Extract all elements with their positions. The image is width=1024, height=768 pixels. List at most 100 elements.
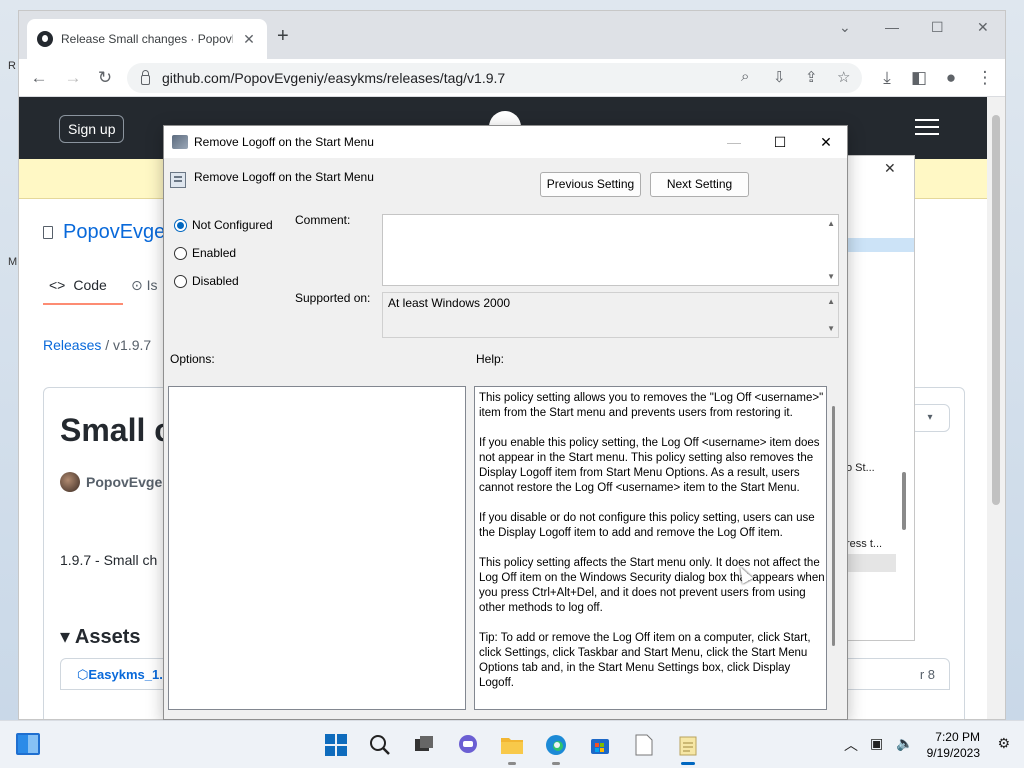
scroll-down-icon[interactable]: ▼ xyxy=(827,272,835,281)
new-tab-button[interactable]: + xyxy=(277,25,289,48)
menu-icon[interactable]: ⋮ xyxy=(975,68,995,88)
help-paragraph: Tip: To add or remove the Log Off item o… xyxy=(479,632,811,689)
page-scrollbar[interactable] xyxy=(987,97,1005,719)
browser-tab[interactable]: Release Small changes · PopovEv ✕ xyxy=(27,19,267,59)
tab-code[interactable]: <> Code xyxy=(43,277,123,305)
share-icon[interactable]: ⇪ xyxy=(805,68,818,86)
hamburger-menu-icon[interactable] xyxy=(915,119,939,135)
radio-icon[interactable] xyxy=(174,246,187,260)
tab-title: Release Small changes · PopovEv xyxy=(61,32,233,46)
repo-name[interactable]: PopovEvge xyxy=(43,221,165,244)
reload-icon[interactable]: ↻ xyxy=(95,68,115,88)
maximize-icon[interactable]: ☐ xyxy=(770,132,790,152)
list-item[interactable]: o St... xyxy=(846,462,875,474)
minimize-icon[interactable]: — xyxy=(724,132,744,152)
search-icon[interactable] xyxy=(366,731,394,759)
avatar xyxy=(60,472,80,492)
notifications-icon[interactable]: ⚙ xyxy=(997,735,1010,752)
radio-enabled[interactable]: Enabled xyxy=(174,246,236,260)
edge-icon[interactable] xyxy=(542,731,570,765)
release-actions-button[interactable]: ▾ xyxy=(910,404,950,432)
dialog-title: Remove Logoff on the Start Menu xyxy=(194,135,374,149)
volume-icon[interactable]: 🔈 xyxy=(896,735,913,752)
asset-date: r 8 xyxy=(919,667,935,682)
scrollbar-thumb[interactable] xyxy=(902,472,906,530)
close-icon[interactable]: ✕ xyxy=(977,19,989,36)
bookmark-star-icon[interactable]: ☆ xyxy=(837,68,850,86)
search-icon[interactable]: ⌕ xyxy=(741,68,749,85)
side-panel-icon[interactable]: ◧ xyxy=(909,68,929,88)
radio-not-configured[interactable]: Not Configured xyxy=(174,218,273,232)
forward-icon[interactable]: → xyxy=(63,68,83,88)
comment-label: Comment: xyxy=(295,213,351,227)
tab-close-icon[interactable]: ✕ xyxy=(241,31,257,48)
asset-link[interactable]: ⬡Easykms_1. xyxy=(77,667,163,683)
radio-icon[interactable] xyxy=(174,274,187,288)
address-bar[interactable]: github.com/PopovEvgeniy/easykms/releases… xyxy=(127,63,862,93)
close-icon[interactable]: ✕ xyxy=(816,132,836,152)
breadcrumb: Releases / v1.9.7 xyxy=(43,337,151,353)
package-icon: ⬡ xyxy=(77,667,89,682)
profile-icon[interactable]: ● xyxy=(941,68,961,88)
widgets-icon[interactable] xyxy=(16,733,40,755)
previous-setting-button[interactable]: Previous Setting xyxy=(540,172,641,197)
install-icon[interactable]: ⇩ xyxy=(773,68,786,86)
close-icon[interactable]: ✕ xyxy=(884,160,896,177)
show-hidden-icons-icon[interactable]: ︿ xyxy=(844,735,858,755)
caret-down-icon: ▾ xyxy=(60,626,71,648)
options-panel xyxy=(168,386,466,710)
help-panel[interactable]: This policy setting allows you to remove… xyxy=(474,386,827,710)
url-text[interactable]: github.com/PopovEvgeniy/easykms/releases… xyxy=(162,70,505,86)
help-paragraph: This policy setting allows you to remove… xyxy=(479,392,824,419)
sign-up-button[interactable]: Sign up xyxy=(59,115,125,143)
dialog-titlebar[interactable]: Remove Logoff on the Start Menu — ☐ ✕ xyxy=(164,126,847,158)
minimize-icon[interactable]: — xyxy=(885,19,899,35)
downloads-icon[interactable]: ⤓ xyxy=(877,68,897,88)
release-author[interactable]: PopovEvgen xyxy=(60,472,171,492)
maximize-icon[interactable]: ☐ xyxy=(931,19,944,36)
breadcrumb-version: v1.9.7 xyxy=(113,337,152,353)
list-item[interactable]: ress t... xyxy=(846,538,882,550)
author-name[interactable]: PopovEvgen xyxy=(86,474,171,490)
next-setting-button[interactable]: Next Setting xyxy=(650,172,749,197)
clock-date: 9/19/2023 xyxy=(926,746,980,760)
scroll-up-icon[interactable]: ▲ xyxy=(827,219,835,228)
task-view-icon[interactable] xyxy=(410,731,438,759)
desktop-icon-label: M xyxy=(8,256,18,268)
comment-field[interactable]: ▲ ▼ xyxy=(382,214,839,286)
start-button[interactable] xyxy=(322,731,350,759)
scroll-up-icon[interactable]: ▲ xyxy=(827,297,835,306)
radio-label: Enabled xyxy=(192,246,237,260)
file-explorer-icon[interactable] xyxy=(498,731,526,765)
setting-icon xyxy=(170,172,186,188)
document-icon[interactable] xyxy=(630,731,658,759)
scrollbar-thumb[interactable] xyxy=(992,115,1000,505)
help-text: This policy setting allows you to remove… xyxy=(479,391,825,706)
help-paragraph: If you disable or do not configure this … xyxy=(479,512,815,539)
breadcrumb-separator: / xyxy=(105,337,110,353)
assets-heading[interactable]: ▾ Assets xyxy=(60,624,140,649)
selected-row[interactable] xyxy=(846,238,914,252)
repo-link[interactable]: PopovEvge xyxy=(63,221,165,244)
notepad-icon[interactable] xyxy=(674,731,702,765)
policy-dialog: Remove Logoff on the Start Menu — ☐ ✕ Re… xyxy=(163,125,848,720)
releases-link[interactable]: Releases xyxy=(43,337,101,353)
tab-search-icon[interactable]: ⌄ xyxy=(839,19,851,36)
store-icon[interactable] xyxy=(586,731,614,759)
help-scrollbar-thumb[interactable] xyxy=(832,406,835,646)
radio-selected-icon[interactable] xyxy=(174,218,187,232)
scroll-down-icon[interactable]: ▼ xyxy=(827,324,835,333)
radio-label: Not Configured xyxy=(192,218,273,232)
browser-toolbar: ← → ↻ github.com/PopovEvgeniy/easykms/re… xyxy=(19,59,1005,97)
options-label: Options: xyxy=(170,352,215,366)
asset-name[interactable]: Easykms_1. xyxy=(88,667,162,682)
highlighted-row[interactable] xyxy=(846,554,896,572)
radio-disabled[interactable]: Disabled xyxy=(174,274,239,288)
tab-strip: Release Small changes · PopovEv ✕ + ⌄ — … xyxy=(19,11,1005,59)
network-icon[interactable]: ▣ xyxy=(870,735,883,752)
chat-icon[interactable] xyxy=(454,731,482,759)
clock[interactable]: 7:20 PM 9/19/2023 xyxy=(927,729,980,761)
lock-icon[interactable] xyxy=(141,70,150,85)
tab-issues[interactable]: ⊙ Is xyxy=(131,277,158,294)
back-icon[interactable]: ← xyxy=(29,68,49,88)
